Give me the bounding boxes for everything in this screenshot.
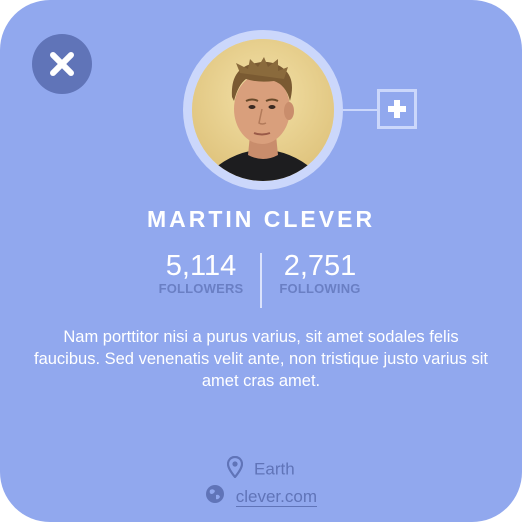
avatar-photo [192, 39, 334, 181]
map-pin-icon [227, 455, 244, 483]
globe-icon [205, 484, 225, 509]
location-row: Earth [0, 455, 522, 483]
connector-line [343, 109, 377, 111]
profile-name: MARTIN CLEVER [146, 206, 376, 232]
following-stat[interactable]: 2,751 FOLLOWING [265, 250, 375, 296]
close-icon [50, 52, 74, 76]
close-button[interactable] [32, 34, 92, 94]
avatar-ring [183, 30, 343, 190]
avatar [192, 39, 334, 181]
plus-icon [388, 100, 406, 118]
followers-stat[interactable]: 5,114 FOLLOWERS [146, 250, 256, 296]
followers-count: 5,114 [165, 250, 237, 282]
website-link[interactable]: clever.com [235, 486, 317, 507]
followers-label: FOLLOWERS [158, 281, 244, 296]
following-label: FOLLOWING [279, 281, 361, 296]
stats-divider [260, 253, 262, 308]
add-friend-button[interactable] [377, 89, 417, 129]
profile-card: MARTIN CLEVER 5,114 FOLLOWERS 2,751 FOLL… [0, 0, 522, 522]
location-text: Earth [254, 459, 295, 479]
website-row[interactable]: clever.com [0, 484, 522, 509]
following-count: 2,751 [283, 250, 357, 282]
profile-bio: Nam porttitor nisi a purus varius, sit a… [34, 328, 488, 390]
